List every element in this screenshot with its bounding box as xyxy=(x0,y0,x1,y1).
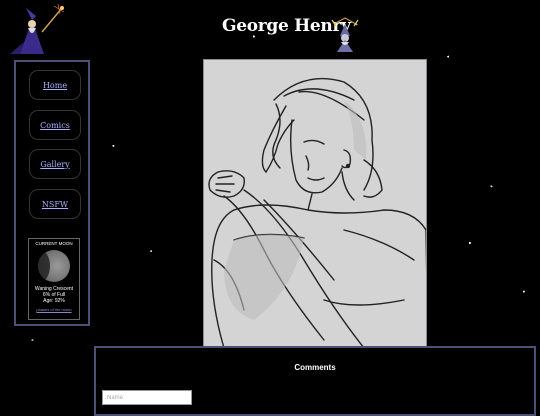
moon-phase-widget: CURRENT MOON Waning Crescent 6% of Full … xyxy=(28,238,80,320)
artwork-frame xyxy=(203,59,427,347)
nav-home-link[interactable]: Home xyxy=(29,70,81,100)
name-input[interactable] xyxy=(102,390,192,405)
moon-age: Age: 92% xyxy=(43,298,65,304)
wizard-mascot-icon xyxy=(331,17,359,52)
moon-widget-title: CURRENT MOON xyxy=(35,241,73,246)
moon-phases-link[interactable]: phases of the moon xyxy=(29,307,79,313)
sidebar: Home Comics Gallery NSFW CURRENT MOON Wa… xyxy=(14,60,90,326)
comments-section: Comments xyxy=(94,346,536,416)
nav-gallery-link[interactable]: Gallery xyxy=(29,149,81,179)
nav-comics-link[interactable]: Comics xyxy=(29,110,81,140)
moon-icon xyxy=(38,250,70,282)
character-sketch-illustration xyxy=(208,77,426,346)
wizard-icon xyxy=(10,3,65,54)
nav-nsfw-link[interactable]: NSFW xyxy=(29,189,81,219)
comments-heading: Comments xyxy=(294,363,336,372)
